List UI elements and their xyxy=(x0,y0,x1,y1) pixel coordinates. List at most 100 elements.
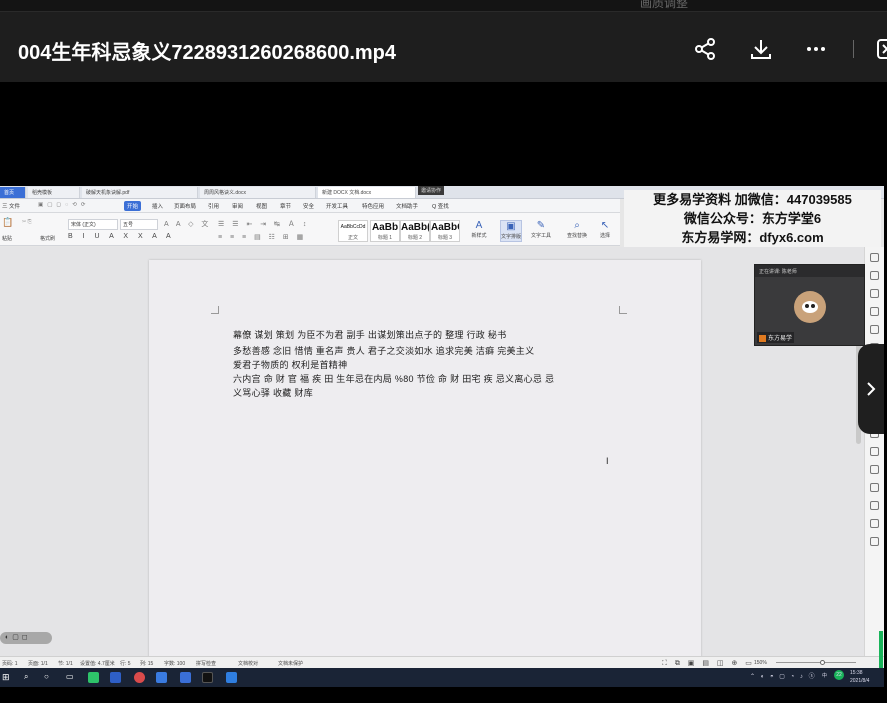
wechat-icon[interactable] xyxy=(88,672,99,683)
meeting-app-icon[interactable] xyxy=(226,672,237,683)
webcam-overlay[interactable]: 正在讲课: 陈老师 东方易学 xyxy=(754,264,865,346)
sidebar-tool-icon[interactable] xyxy=(870,325,879,334)
style-heading-1[interactable]: AaBb 标题 1 xyxy=(370,220,400,242)
share-icon[interactable] xyxy=(692,36,718,62)
sidebar-tool-icon[interactable] xyxy=(870,307,879,316)
view-mode-icons[interactable]: ⛶ ⧉ ▣ ▤ ◫ ⊕ ▭ xyxy=(662,659,755,668)
zoom-pill[interactable]: ◐▢◻ xyxy=(0,632,52,644)
menu-insert[interactable]: 插入 xyxy=(152,202,163,210)
menu-view[interactable]: 视图 xyxy=(256,202,267,210)
status-words: 字数: 100 xyxy=(164,661,186,667)
list-icons[interactable]: ☰ ☰ ⇤ ⇥ ↹ Ａ ↕ xyxy=(218,219,309,229)
sidebar-tool-icon[interactable] xyxy=(870,253,879,262)
style-heading-2[interactable]: AaBb( 标题 2 xyxy=(400,220,430,242)
menu-file[interactable]: 三 文件 xyxy=(2,202,20,210)
tab-home[interactable]: 首页 xyxy=(0,187,26,198)
menu-doc-assistant[interactable]: 文档助手 xyxy=(396,202,418,210)
sidebar-tool-icon[interactable] xyxy=(870,271,879,280)
tab-pdf[interactable]: 破解天机象诀解.pdf xyxy=(82,187,198,198)
wps-menu-bar: 三 文件 ▣▢◻◌⟲⟳ 开始 插入 页面布局 引用 审阅 视图 章节 安全 开发… xyxy=(0,199,620,213)
menu-devtools[interactable]: 开发工具 xyxy=(326,202,348,210)
menu-layout[interactable]: 页面布局 xyxy=(174,202,196,210)
sidebar-tool-icon[interactable] xyxy=(870,447,879,456)
text-tools-button[interactable]: ✎ 文字工具 xyxy=(530,220,552,242)
text-tools-icon: ✎ xyxy=(536,220,546,231)
tray-lang[interactable]: 中 xyxy=(822,672,827,679)
red-app-icon[interactable] xyxy=(134,672,145,683)
format-painter[interactable]: 格式刷 xyxy=(40,235,55,242)
cursor-arrow-icon: ↖ xyxy=(600,220,610,231)
menu-review[interactable]: 审阅 xyxy=(232,202,243,210)
file-explorer-icon[interactable]: ▭ xyxy=(66,672,77,683)
sidebar-tool-icon[interactable] xyxy=(870,289,879,298)
more-icon[interactable] xyxy=(803,36,829,62)
sidebar-tool-icon[interactable] xyxy=(870,501,879,510)
quality-ghost-text: 画质调整 xyxy=(640,0,689,10)
font-extra-icons[interactable]: A A ◇ 文 xyxy=(164,219,211,229)
word-icon[interactable] xyxy=(110,672,121,683)
sidebar-tool-icon[interactable] xyxy=(870,519,879,528)
select-button[interactable]: ↖ 选择 xyxy=(594,220,616,242)
tab-docx-1[interactable]: 周周风格诀义.docx xyxy=(200,187,316,198)
blue-app-icon[interactable] xyxy=(156,672,167,683)
text-layout-icon: ▣ xyxy=(506,221,516,232)
text-cursor: I xyxy=(606,456,609,466)
tab-template[interactable]: 稻壳模板 xyxy=(28,187,80,198)
top-strip: 画质调整 xyxy=(0,0,887,12)
user-badge-icon xyxy=(759,334,766,342)
watermark-line-2: 微信公众号：东方学堂6 xyxy=(683,211,822,226)
menu-search[interactable]: Q 查找 xyxy=(432,202,449,210)
chevron-right-icon xyxy=(867,382,876,396)
next-chevron-button[interactable] xyxy=(858,344,884,434)
status-pages: 页面: 1/1 xyxy=(28,661,48,667)
search-icon: ⌕ xyxy=(574,220,580,231)
style-heading-3[interactable]: AaBbC( 标题 3 xyxy=(430,220,460,242)
status-proof[interactable]: 文档校对 xyxy=(238,660,258,667)
sidebar-tool-icon[interactable] xyxy=(870,465,879,474)
windows-start-icon[interactable]: ⊞ xyxy=(2,672,13,683)
video-frame[interactable]: 首页 稻壳模板 破解天机象诀解.pdf 周周风格诀义.docx 新建 DOCX … xyxy=(0,186,884,687)
paste-label[interactable]: 粘贴 xyxy=(2,235,12,242)
zoom-slider[interactable] xyxy=(776,662,856,663)
green-edge-bar xyxy=(879,631,883,668)
menu-security[interactable]: 安全 xyxy=(303,202,314,210)
search-icon[interactable]: ⌕ xyxy=(24,672,35,683)
sidebar-toggle-icon[interactable] xyxy=(874,36,887,62)
menu-home[interactable]: 开始 xyxy=(124,201,142,211)
margin-mark-left xyxy=(211,306,219,314)
new-style-button[interactable]: A 新样式 xyxy=(468,220,490,242)
player-app-icon[interactable] xyxy=(202,672,213,683)
doc-line-4: 六内宫 命 财 官 福 疾 田 生年忌在内局 %80 节俭 命 财 田宅 疾 忌… xyxy=(233,374,555,384)
align-icons[interactable]: ≡ ≡ ≡ ▤ ☷ ⊞ ▦ xyxy=(218,233,306,241)
player-header: 004生年科忌象义7228931260268600.mp4 xyxy=(0,12,887,82)
task-view-icon[interactable]: ○ xyxy=(44,672,55,683)
menu-reference[interactable]: 引用 xyxy=(208,202,219,210)
collab-badge[interactable]: 邀请协作 xyxy=(418,186,445,195)
paste-icon[interactable]: 📋 xyxy=(2,217,13,228)
font-name-select[interactable]: 宋体 (正文) xyxy=(68,219,118,230)
sidebar-tool-icon[interactable] xyxy=(870,483,879,492)
document-page[interactable]: 幕僚 谋划 策划 为臣不为君 副手 出谋划策出点子的 整理 行政 秘书 多愁善感… xyxy=(149,260,701,680)
status-spell[interactable]: 拼写检查 xyxy=(196,660,216,667)
doc-line-2: 多愁善感 念旧 惜情 重名声 贵人 君子之交淡如水 追求完美 洁癖 完美主义 xyxy=(233,346,535,356)
tray-badge[interactable]: 22 xyxy=(834,670,844,680)
wps-icon[interactable] xyxy=(180,672,191,683)
text-layout-button[interactable]: ▣ 文字排版 xyxy=(500,220,522,242)
tab-docx-2[interactable]: 新建 DOCX 文档.docx xyxy=(318,187,416,198)
download-icon[interactable] xyxy=(748,36,774,62)
watermark-line-3: 东方易学网：dfyx6.com xyxy=(681,230,824,245)
font-size-select[interactable]: 五号 xyxy=(120,219,158,230)
menu-features[interactable]: 特色应用 xyxy=(362,202,384,210)
sidebar-tool-icon[interactable] xyxy=(870,537,879,546)
quick-access-icons[interactable]: ▣▢◻◌⟲⟳ xyxy=(38,202,89,208)
find-replace-button[interactable]: ⌕ 查找替换 xyxy=(566,220,588,242)
document-area: 幕僚 谋划 策划 为臣不为君 副手 出谋划策出点子的 整理 行政 秘书 多愁善感… xyxy=(0,247,884,680)
zoom-slider-thumb[interactable] xyxy=(820,660,825,665)
font-format-icons[interactable]: B I U A X X A A xyxy=(68,233,175,240)
cut-copy-icons[interactable]: ✂ ⎘ xyxy=(22,219,32,225)
style-normal[interactable]: AaBbCcDd 正文 xyxy=(338,220,368,242)
tray-icons[interactable]: ⌃ ◐ ◓ ▢ ◔ ♪ ⓢ xyxy=(750,671,817,680)
status-protect[interactable]: 文档未保护 xyxy=(278,660,303,667)
status-zoom: 150% xyxy=(754,660,767,666)
menu-chapter[interactable]: 章节 xyxy=(280,202,291,210)
